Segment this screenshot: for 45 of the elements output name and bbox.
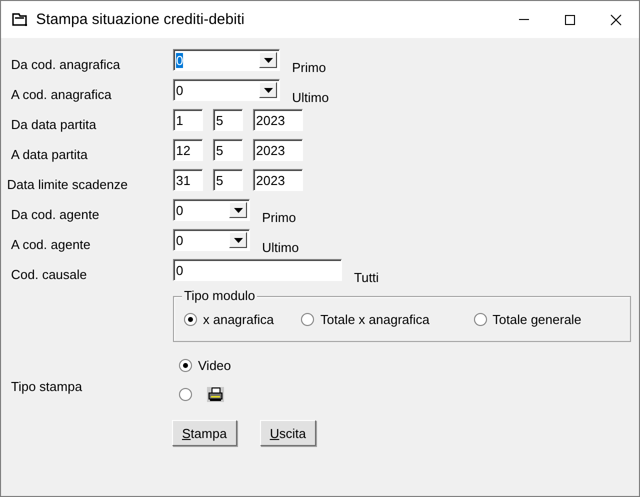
close-icon	[610, 14, 622, 26]
field-label: A data partita	[10, 146, 89, 163]
input-field[interactable]: 2023	[253, 139, 303, 161]
push-button[interactable]: Uscita	[260, 420, 316, 446]
field-label: A cod. agente	[10, 236, 92, 253]
radio-button[interactable]: Video	[179, 358, 232, 373]
radio-button[interactable]: Totale x anagrafica	[301, 312, 430, 326]
group-title: Tipo modulo	[182, 288, 258, 304]
input-field[interactable]: 12	[173, 139, 203, 161]
input-field[interactable]: 0	[173, 259, 342, 281]
field-label: Da data partita	[10, 116, 98, 133]
range-hint: Tutti	[354, 269, 379, 286]
range-hint: Primo	[262, 209, 296, 226]
minimize-icon	[519, 19, 529, 20]
app-icon	[12, 12, 28, 26]
field-label: Cod. causale	[10, 266, 88, 283]
field-label: Data limite scadenze	[6, 176, 129, 193]
push-button[interactable]: Stampa	[172, 420, 237, 446]
input-field[interactable]: 5	[213, 109, 243, 131]
dropdown[interactable]: 0	[173, 229, 250, 251]
input-field[interactable]: 5	[213, 169, 243, 191]
input-field[interactable]: 5	[213, 139, 243, 161]
input-field[interactable]: 1	[173, 109, 203, 131]
input-field[interactable]: 2023	[253, 169, 303, 191]
radio-button[interactable]: Totale generale	[474, 312, 582, 326]
input-field[interactable]: 2023	[253, 109, 303, 131]
field-label: A cod. anagrafica	[10, 86, 112, 103]
range-hint: Primo	[292, 59, 326, 76]
input-field[interactable]: 31	[173, 169, 203, 191]
dropdown-arrow-icon	[234, 238, 242, 242]
dropdown-arrow-icon	[264, 58, 272, 62]
dropdown-arrow-icon	[234, 208, 242, 212]
dropdown[interactable]: 0	[173, 199, 250, 221]
field-label: Tipo stampa	[11, 378, 82, 394]
radio-button[interactable]: x anagrafica	[184, 312, 274, 326]
printer-icon	[207, 387, 224, 402]
maximize-icon	[564, 14, 576, 26]
dropdown[interactable]: 0	[173, 79, 280, 101]
field-label: Da cod. anagrafica	[10, 56, 122, 73]
range-hint: Ultimo	[262, 239, 299, 256]
field-label: Da cod. agente	[10, 206, 100, 223]
dropdown-arrow-icon	[264, 88, 272, 92]
range-hint: Ultimo	[292, 89, 329, 106]
window-title: Stampa situazione crediti-debiti	[36, 11, 246, 28]
dropdown[interactable]: 0	[173, 49, 280, 71]
